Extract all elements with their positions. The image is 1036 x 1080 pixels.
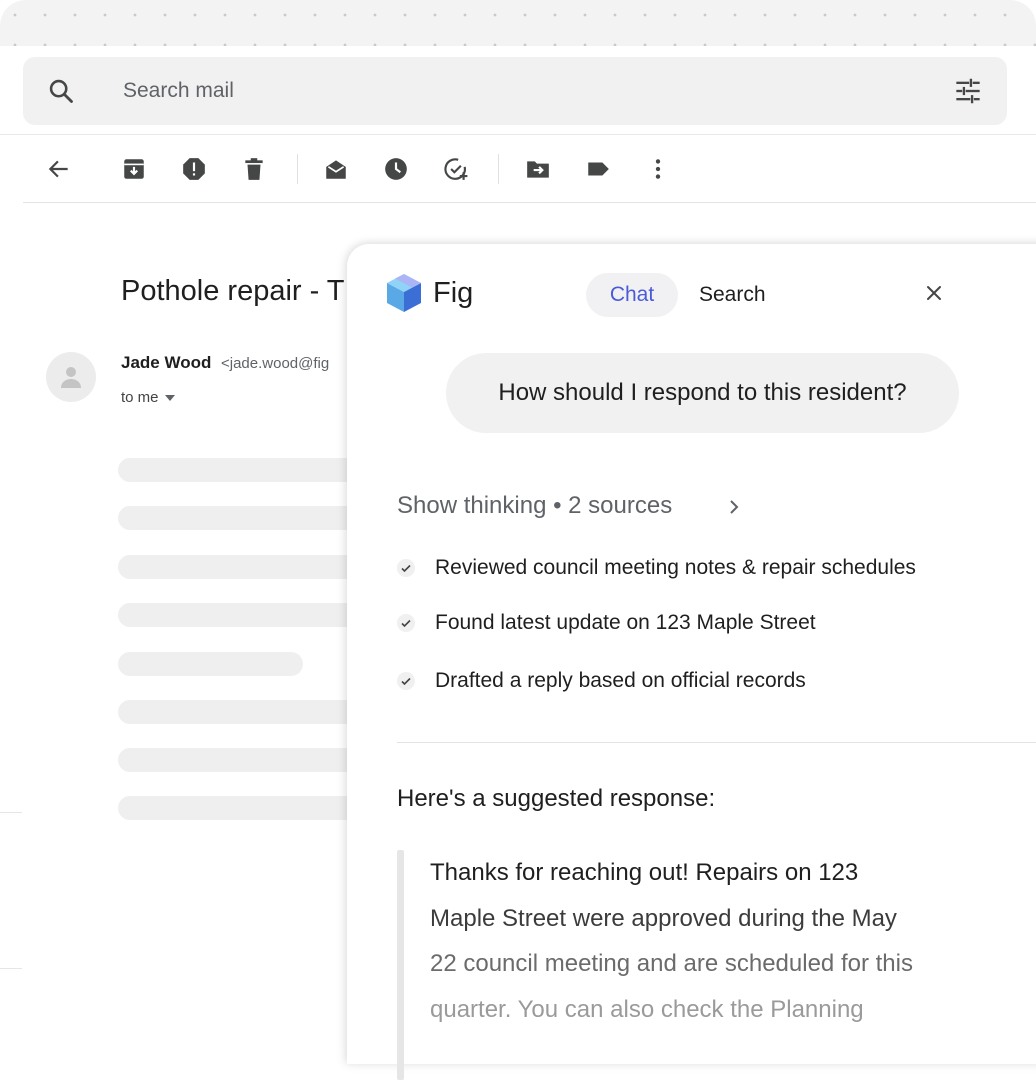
delete-icon[interactable] bbox=[241, 156, 267, 182]
decorative-dot-background bbox=[0, 0, 1036, 46]
email-body-placeholder bbox=[118, 748, 358, 772]
recipient-label: to me bbox=[121, 389, 159, 406]
email-body-placeholder bbox=[118, 506, 358, 530]
snooze-icon[interactable] bbox=[383, 156, 409, 182]
divider bbox=[0, 134, 1036, 135]
search-input[interactable]: Search mail bbox=[123, 79, 234, 103]
response-line: 22 council meeting and are scheduled for… bbox=[430, 950, 913, 977]
check-icon bbox=[397, 559, 415, 577]
fig-logo-cube-icon bbox=[387, 274, 421, 312]
move-to-icon[interactable] bbox=[525, 156, 551, 182]
response-line: Thanks for reaching out! Repairs on 123 bbox=[430, 859, 859, 886]
email-toolbar bbox=[0, 144, 700, 192]
email-subject: Pothole repair - T bbox=[121, 275, 345, 307]
sender-email: <jade.wood@fig bbox=[221, 355, 330, 372]
chevron-right-icon bbox=[730, 500, 739, 514]
response-heading: Here's a suggested response: bbox=[397, 785, 716, 812]
toolbar-separator bbox=[297, 154, 298, 184]
email-body-placeholder bbox=[118, 652, 303, 676]
avatar[interactable] bbox=[46, 352, 96, 402]
add-to-tasks-icon[interactable] bbox=[443, 156, 469, 182]
response-line: Maple Street were approved during the Ma… bbox=[430, 904, 897, 932]
tab-chat[interactable]: Chat bbox=[586, 273, 678, 317]
step-text: Reviewed council meeting notes & repair … bbox=[435, 556, 916, 579]
toolbar-separator bbox=[498, 154, 499, 184]
quote-bar bbox=[397, 850, 404, 1080]
email-body-placeholder bbox=[118, 458, 358, 482]
suggested-response: Thanks for reaching out! Repairs on 123 … bbox=[430, 850, 975, 1032]
sender-name: Jade Wood bbox=[121, 353, 212, 372]
email-body-placeholder bbox=[118, 555, 358, 579]
divider bbox=[0, 812, 22, 813]
check-icon bbox=[397, 614, 415, 632]
email-body-placeholder bbox=[118, 603, 358, 627]
step-text: Found latest update on 123 Maple Street bbox=[435, 611, 816, 634]
tab-search[interactable]: Search bbox=[699, 273, 766, 317]
search-icon[interactable] bbox=[47, 77, 75, 105]
show-thinking-label: Show thinking • 2 sources bbox=[397, 492, 673, 519]
divider bbox=[397, 742, 1036, 743]
check-icon bbox=[397, 672, 415, 690]
close-icon[interactable] bbox=[923, 282, 945, 304]
archive-icon[interactable] bbox=[121, 156, 147, 182]
mark-unread-icon[interactable] bbox=[323, 156, 349, 182]
label-icon[interactable] bbox=[585, 156, 611, 182]
email-body-placeholder bbox=[118, 700, 358, 724]
email-body-placeholder bbox=[118, 796, 358, 820]
response-line: quarter. You can also check the Planning bbox=[430, 995, 864, 1023]
divider bbox=[23, 202, 1036, 203]
user-message-bubble: How should I respond to this resident? bbox=[446, 353, 959, 433]
more-vert-icon[interactable] bbox=[645, 156, 671, 182]
search-bar[interactable]: Search mail bbox=[23, 57, 1007, 125]
divider bbox=[0, 968, 22, 969]
show-thinking-toggle[interactable]: Show thinking • 2 sources bbox=[397, 492, 739, 520]
caret-down-icon[interactable] bbox=[164, 395, 175, 402]
person-icon bbox=[61, 367, 81, 388]
filter-options-icon[interactable] bbox=[953, 77, 983, 105]
step-text: Drafted a reply based on official record… bbox=[435, 669, 806, 692]
back-icon[interactable] bbox=[46, 156, 72, 182]
report-spam-icon[interactable] bbox=[181, 156, 207, 182]
app-name: Fig bbox=[433, 277, 474, 309]
fig-assistant-panel: Fig Chat Search How should I respond to … bbox=[347, 244, 1036, 1080]
recipient-details[interactable]: to me bbox=[121, 389, 175, 406]
